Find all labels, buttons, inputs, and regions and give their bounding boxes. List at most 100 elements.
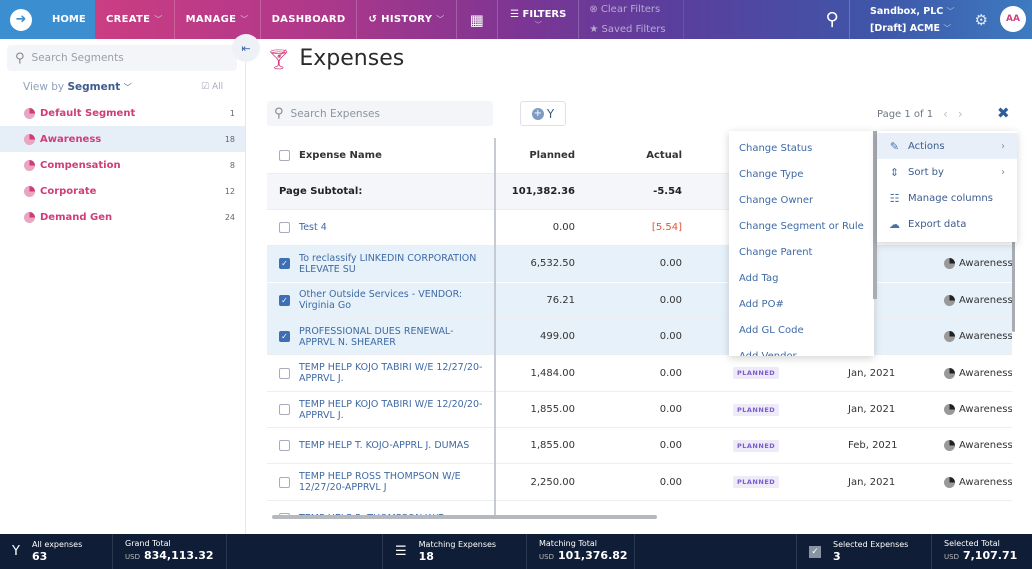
settings-button[interactable]: ⚙ [967,0,996,39]
row-checkbox[interactable]: ✓ [279,258,290,270]
segment-item[interactable]: Demand Gen 24 [0,204,245,230]
vertical-scrollbar[interactable] [1012,240,1015,332]
segment-item[interactable]: Awareness 18 [0,126,245,152]
segment-count: 18 [224,134,235,144]
tools-menu-item[interactable]: ☷ Manage columns [877,185,1017,211]
tools-menu-label: Manage columns [908,192,993,204]
select-all-checkbox[interactable] [279,150,290,161]
saved-filters-button[interactable]: ★ Saved Filters [589,20,673,40]
actions-menu-item[interactable]: Change Segment or Rule [729,213,874,239]
expense-name-link[interactable]: TEMP HELP ROSS THOMPSON W/E 12/27/20-APP… [299,471,489,493]
tools-menu-item[interactable]: ⇕ Sort by › [877,159,1017,185]
table-row[interactable]: TEMP HELP KOJO TABIRI W/E 12/20/20-APPRV… [267,392,1012,428]
nav-history[interactable]: ↺ HISTORY ﹀ [357,0,457,39]
table-row[interactable]: ✓ Other Outside Services - VENDOR: Virgin… [267,282,1012,319]
actions-menu-item[interactable]: Add GL Code [729,317,874,343]
expense-name-link[interactable]: PROFESSIONAL DUES RENEWAL-APPRVL N. SHEA… [299,326,489,348]
plan-selector[interactable]: [Draft] ACME ﹀ [870,20,955,37]
column-header-name[interactable]: Expense Name [299,150,382,161]
segment-count: 24 [224,212,235,222]
tools-menu-label: Export data [908,218,967,230]
table-row[interactable]: ✓ PROFESSIONAL DUES RENEWAL-APPRVL N. SHE… [267,319,1012,356]
status-badge: PLANNED [733,367,780,380]
expense-name-link[interactable]: Test 4 [299,222,327,233]
actions-menu-item[interactable]: Change Status [729,135,874,161]
tools-button[interactable]: ✖ [997,104,1010,122]
row-checkbox[interactable]: ✓ [279,294,290,306]
table-row[interactable]: TEMP HELP KOJO TABIRI W/E 12/27/20-APPRV… [267,356,1012,392]
expense-name-link[interactable]: Other Outside Services - VENDOR: Virgini… [299,289,489,311]
row-checkbox[interactable] [279,222,290,233]
column-header-planned[interactable]: Planned [495,150,575,161]
expense-name-link[interactable]: To reclassify LINKEDIN CORPORATION ELEVA… [299,253,489,275]
actual-value: [5.54] [651,222,682,233]
segment-label: Compensation [40,159,121,171]
prev-page-button[interactable]: ‹ [943,107,948,121]
table-row[interactable]: TEMP HELP R. THOMPSON W/E [267,501,1012,516]
nav-dashboard[interactable]: DASHBOARD [261,0,358,39]
segment-search-input[interactable]: ⚲ Search Segments [7,45,237,71]
search-icon: ⚲ [274,106,284,121]
global-search-button[interactable]: ⚲ [815,0,851,39]
actual-value: 0.00 [659,367,682,379]
pie-icon [944,440,955,452]
column-divider[interactable] [494,138,496,516]
tools-menu-item[interactable]: ✎ Actions › [877,133,1017,159]
actions-menu-item[interactable]: Change Owner [729,187,874,213]
actions-menu-item[interactable]: Add PO# [729,291,874,317]
table-row[interactable]: TEMP HELP T. KOJO-APPRL J. DUMAS 1,855.00… [267,428,1012,465]
actions-menu-item[interactable]: Change Parent [729,239,874,265]
collapse-sidebar-button[interactable]: ⇤ [232,34,260,62]
next-page-button[interactable]: › [958,107,963,121]
arrow-left-icon: ⇤ [241,41,251,55]
segment-item[interactable]: Corporate 12 [0,178,245,204]
segment-label: Default Segment [40,107,136,119]
expense-name-link[interactable]: TEMP HELP T. KOJO-APPRL J. DUMAS [299,440,469,451]
row-checkbox[interactable] [279,404,290,415]
column-header-actual[interactable]: Actual [602,150,682,161]
expense-name-link[interactable]: TEMP HELP KOJO TABIRI W/E 12/20/20-APPRV… [299,399,489,421]
chevron-down-icon: ﹀ [240,15,249,24]
view-by-label: View by [23,81,65,93]
columns-icon: ☷ [889,191,900,205]
saved-filters-label: Saved Filters [601,23,666,35]
expense-search-input[interactable]: ⚲ Search Expenses [267,101,493,126]
segment-item[interactable]: Default Segment 1 [0,100,245,126]
clear-filters-button[interactable]: ⊗ Clear Filters [589,0,673,20]
tools-menu-item[interactable]: ☁ Export data [877,211,1017,237]
nav-create[interactable]: CREATE ﹀ [95,0,175,39]
org-selector[interactable]: Sandbox, PLC ﹀ [870,3,955,20]
row-checkbox[interactable] [279,476,290,488]
logo-icon: ➜ [10,8,32,31]
cocktail-icon: Y [546,106,555,121]
clear-filters-label: Clear Filters [600,3,661,15]
expense-name-link[interactable]: TEMP HELP KOJO TABIRI W/E 12/27/20-APPRV… [299,362,489,384]
view-by-selector[interactable]: View by Segment ﹀ [23,81,132,93]
row-checkbox[interactable]: ✓ [279,331,290,343]
table-row[interactable]: TEMP HELP ROSS THOMPSON W/E 12/27/20-APP… [267,465,1012,501]
row-checkbox[interactable] [279,440,290,452]
segment-value: Awareness [959,476,1012,488]
summary-footer: Y All expenses 63 Grand Total USD 834,113.32… [0,534,1032,569]
nav-home[interactable]: ➜ HOME [0,0,95,39]
actions-menu-item[interactable]: Add Vendor [729,343,874,357]
selected-expenses-value: 3 [833,550,841,563]
segment-item[interactable]: Compensation 8 [0,152,245,178]
pie-icon [944,476,955,488]
chevron-right-icon: › [1001,140,1005,152]
horizontal-scrollbar[interactable] [272,515,657,519]
chevron-down-icon: ﹀ [943,23,952,33]
nav-calendar[interactable]: ▦ [457,0,499,39]
actions-menu-item[interactable]: Add Tag [729,265,874,291]
table-row[interactable]: ✓ To reclassify LINKEDIN CORPORATION ELEV… [267,246,1012,283]
select-all-toggle[interactable]: ☑ All [201,82,223,92]
nav-filters[interactable]: ☰ FILTERS ﹀ [498,0,580,39]
gear-icon: ⚙ [974,10,988,29]
row-checkbox[interactable] [279,367,290,379]
add-expense-button[interactable]: + Y [520,101,566,126]
planned-value: 76.21 [546,294,575,306]
avatar[interactable]: AA [1000,6,1026,32]
actions-menu-item[interactable]: Change Type [729,161,874,187]
segment-count: 12 [224,186,235,196]
matching-total-label: Matching Total [539,539,598,548]
